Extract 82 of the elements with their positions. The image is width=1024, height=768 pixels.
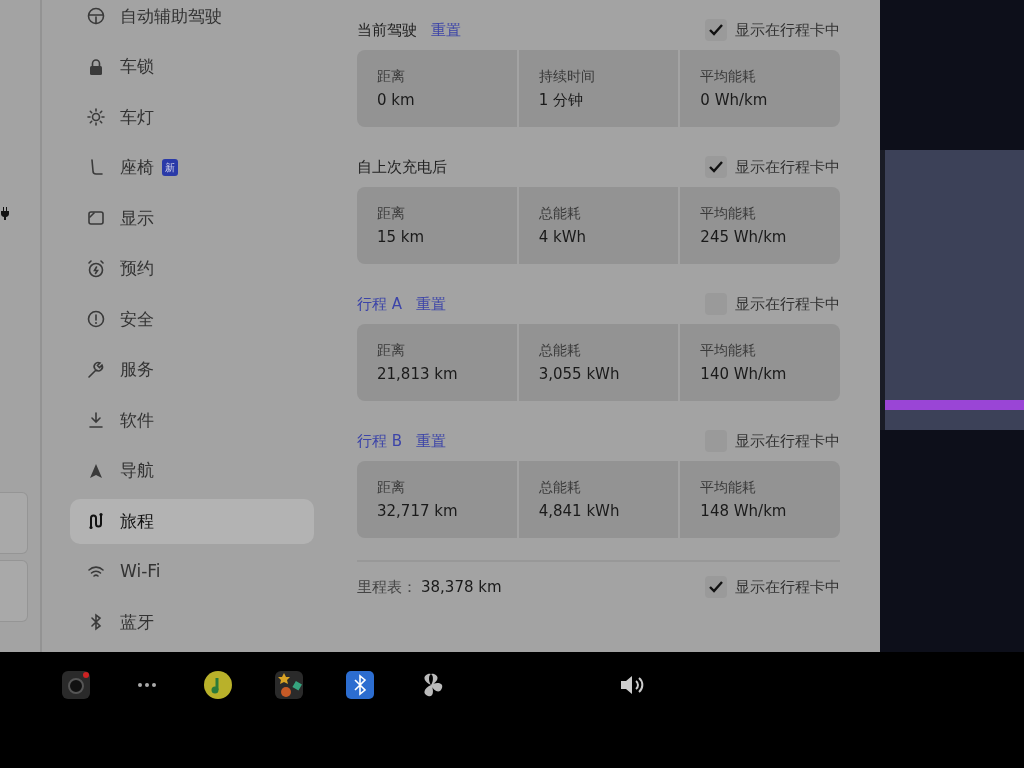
checkbox-label: 显示在行程卡中 [735,293,840,315]
sidebar-item[interactable]: 旅程 [70,499,314,544]
stat-label: 距离 [377,478,406,497]
sidebar-label: 软件 [120,408,154,432]
route-icon [86,511,106,532]
sun-icon [86,107,106,128]
stat-label: 总能耗 [538,204,582,223]
stat-value: 0 Wh/km [700,90,769,111]
camera-app-icon[interactable] [60,670,91,700]
sidebar-label: 车锁 [120,55,154,78]
sidebar-item[interactable]: 安全 [70,297,314,342]
stat-label: 总能耗 [538,341,582,360]
sidebar-item[interactable]: Wi-Fi [70,549,314,594]
sidebar-item[interactable]: 软件 [70,398,314,443]
sidebar-item[interactable]: 预约 [70,246,314,291]
checkbox-label: 显示在行程卡中 [735,19,840,41]
sidebar-label: 自动辅助驾驶 [120,4,222,28]
sidebar-label: 旅程 [120,509,154,533]
sidebar-item[interactable]: 车锁 [70,44,314,89]
section-title: 行程 B [357,430,403,452]
checkmark-icon [708,580,724,595]
sidebar-label: 蓝牙 [120,610,154,634]
sidebar-label: 导航 [120,459,154,482]
section-title: 当前驾驶 [357,19,417,41]
stat-value: 1 分钟 [538,90,584,111]
stat-label: 总能耗 [538,478,582,497]
sidebar-label: 服务 [120,358,154,381]
sidebar-label: 车灯 [120,105,154,129]
sidebar-item[interactable]: 车灯 [70,95,314,140]
sidebar-item[interactable]: 自动辅助驾驶 [70,0,314,39]
checkmark-icon [708,160,724,174]
stat-label: 持续时间 [538,67,596,86]
stat-label: 距离 [377,67,406,86]
stat-label: 平均能耗 [700,341,758,360]
checkbox-label: 显示在行程卡中 [735,577,840,598]
steering-wheel-icon [86,6,106,27]
toybox-icon[interactable] [273,670,304,700]
sidebar-label: 预约 [120,257,154,280]
sidebar-item[interactable]: 蓝牙 [70,600,314,645]
bluetooth-app-icon[interactable] [344,670,375,700]
checkbox[interactable] [705,576,727,599]
stat-label: 平均能耗 [700,204,758,223]
download-icon [86,410,106,431]
sidebar-item[interactable]: 座椅 新 [70,145,314,190]
section-title: 自上次充电后 [357,156,447,178]
section-title: 行程 A [357,293,403,315]
alarm-clock-icon [86,258,106,279]
reset-link[interactable]: 重置 [416,292,447,316]
stat-value: 3,055 kWh [538,364,621,385]
sidebar-item[interactable]: 服务 [70,347,314,392]
stat-value: 140 Wh/km [700,364,788,385]
new-badge: 新 [162,159,178,177]
odometer-label: 里程表： [357,577,417,598]
stat-value: 4,841 kWh [538,501,621,522]
sidebar-item[interactable]: 显示 [70,196,314,241]
stat-value: 21,813 km [377,364,459,385]
stat-value: 15 km [377,227,426,248]
stat-label: 距离 [377,204,406,223]
alert-icon [86,309,106,330]
stat-value: 4 kWh [538,227,587,248]
stat-value: 32,717 km [377,501,459,522]
sidebar-label: 安全 [120,307,154,331]
stat-label: 平均能耗 [700,67,758,86]
odometer-value: 38,378 km [421,577,502,598]
stat-label: 距离 [377,341,406,360]
checkbox[interactable] [705,19,727,41]
stat-value: 148 Wh/km [700,501,788,522]
reset-link[interactable]: 重置 [416,429,447,453]
checkbox-label: 显示在行程卡中 [735,430,840,452]
reset-link[interactable]: 重置 [431,18,461,42]
sidebar-item[interactable]: 导航 [70,448,314,493]
stat-value: 245 Wh/km [700,227,788,248]
sidebar-label: 座椅 [120,156,154,179]
wrench-icon [86,359,106,380]
stat-label: 平均能耗 [700,478,758,497]
music-note-icon[interactable] [202,670,233,700]
stat-value: 0 km [377,90,416,111]
checkbox[interactable] [705,156,727,178]
sidebar-label: Wi-Fi [120,560,161,583]
sidebar-label: 显示 [120,206,154,230]
checkbox-label: 显示在行程卡中 [735,156,840,178]
checkmark-icon [708,23,724,37]
